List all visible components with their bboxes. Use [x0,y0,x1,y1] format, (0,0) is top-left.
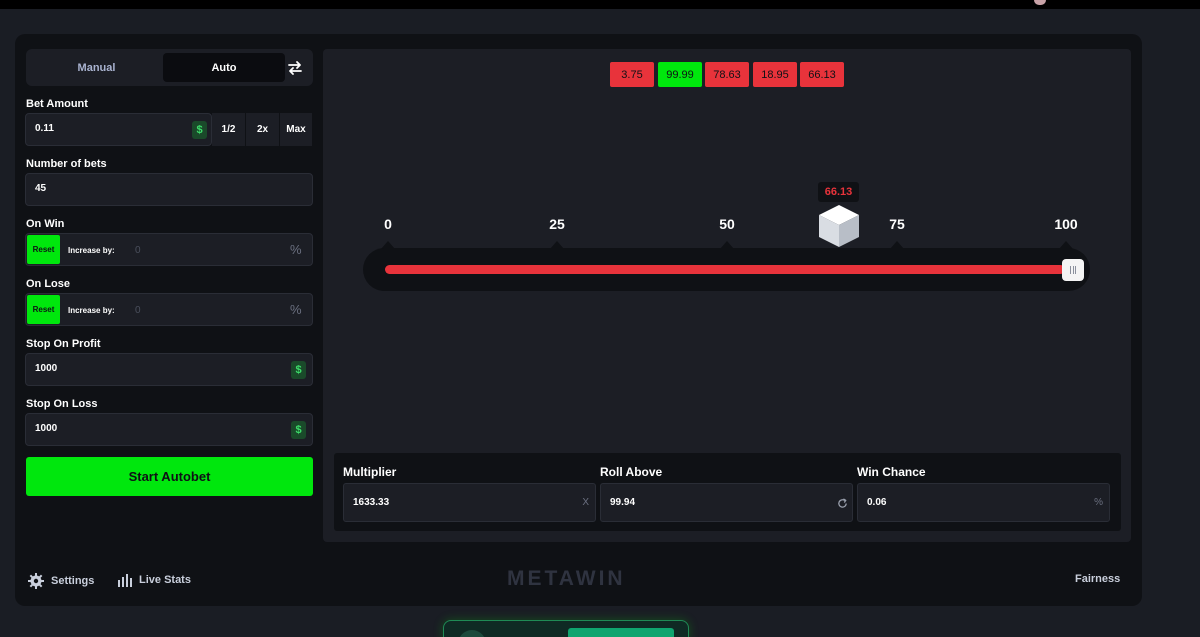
win-chance-value: 0.06 [867,497,887,508]
on-lose-increase-input[interactable]: 0 [135,305,141,316]
history-badge[interactable]: 18.95 [753,62,797,87]
multiplier-label: Multiplier [343,465,397,479]
stop-on-loss-label: Stop On Loss [26,398,98,410]
number-of-bets-label: Number of bets [26,158,107,170]
slider-fill [385,265,1065,274]
dollar-icon: $ [192,121,207,139]
swap-icon[interactable] [285,58,305,78]
gear-icon [28,573,44,589]
history-badge[interactable]: 99.99 [658,62,702,87]
percent-icon: % [290,242,302,257]
slider-tick-label: 0 [384,216,392,232]
history-badge[interactable]: 3.75 [610,62,654,87]
history-badge[interactable]: 66.13 [800,62,844,87]
slider-tick-label: 100 [1054,216,1078,232]
multiplier-value: 1633.33 [353,497,390,508]
mode-tabs: Manual Auto [26,49,313,86]
on-win-increase-input[interactable]: 0 [135,245,141,256]
max-button[interactable]: Max [280,113,312,146]
roll-above-label: Roll Above [600,465,663,479]
dice-icon [819,205,859,247]
win-chance-input[interactable]: 0.06 % [857,483,1110,522]
live-stats-button[interactable]: Live Stats [117,572,191,588]
slider-handle[interactable] [1062,259,1084,281]
roll-above-value: 99.94 [610,497,636,508]
on-lose-reset-button[interactable]: Reset [27,295,60,324]
dollar-icon: $ [291,361,306,379]
bar-chart-icon [118,574,132,587]
bet-amount-input[interactable]: 0.11 $ [25,113,212,146]
on-win-label: On Win [26,218,65,230]
percent-icon: % [290,302,302,317]
win-chance-label: Win Chance [857,465,926,479]
on-win-increase-label[interactable]: Increase by: [68,246,115,255]
win-chance-suffix: % [1094,497,1103,508]
tab-manual[interactable]: Manual [30,53,163,82]
stop-on-profit-value: 1000 [35,363,58,374]
multiplier-input[interactable]: 1633.33 X [343,483,596,522]
history-badge[interactable]: 78.63 [705,62,749,87]
double-button[interactable]: 2x [246,113,279,146]
stop-on-profit-label: Stop On Profit [26,338,101,350]
settings-button[interactable]: Settings [27,572,94,590]
stop-on-profit-input[interactable]: 1000 $ [25,353,313,386]
on-lose-field: Reset Increase by: 0 % [25,293,313,326]
start-autobet-button[interactable]: Start Autobet [26,457,313,496]
slider-tick-label: 75 [889,216,905,232]
top-bar [0,0,1200,9]
multiplier-suffix: X [582,497,589,508]
grip-icon [1070,266,1076,274]
bet-amount-value: 0.11 [35,123,54,134]
roll-above-input[interactable]: 99.94 [600,483,853,522]
on-win-reset-button[interactable]: Reset [27,235,60,264]
half-button[interactable]: 1/2 [212,113,245,146]
stop-on-loss-input[interactable]: 1000 $ [25,413,313,446]
refresh-icon[interactable] [837,498,848,509]
on-lose-label: On Lose [26,278,71,290]
number-of-bets-value: 45 [35,183,47,194]
bottom-button[interactable] [568,628,674,637]
slider-tick-label: 50 [719,216,735,232]
tab-auto[interactable]: Auto [163,53,285,82]
live-stats-label: Live Stats [139,574,191,586]
number-of-bets-input[interactable]: 45 [25,173,313,206]
fairness-link[interactable]: Fairness [1075,573,1120,585]
on-lose-increase-label[interactable]: Increase by: [68,306,115,315]
stop-on-loss-value: 1000 [35,423,58,434]
on-win-field: Reset Increase by: 0 % [25,233,313,266]
settings-label: Settings [51,575,95,587]
bet-amount-label: Bet Amount [26,98,88,110]
slider-tick-label: 25 [549,216,565,232]
dollar-icon: $ [291,421,306,439]
metawin-logo: METAWIN [507,567,626,590]
result-badge: 66.13 [818,182,859,202]
